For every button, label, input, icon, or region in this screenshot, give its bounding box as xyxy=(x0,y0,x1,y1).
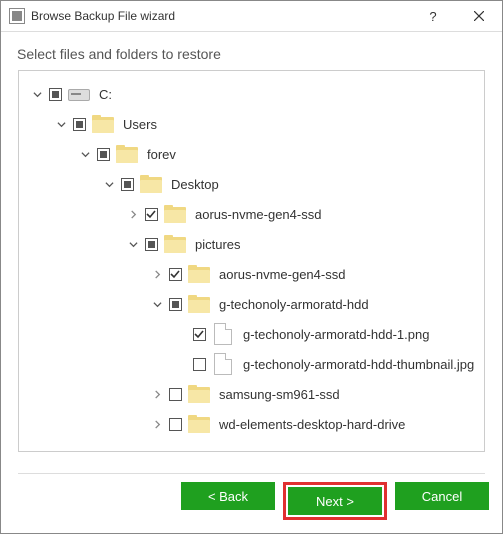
node-label: forev xyxy=(141,147,176,162)
node-icon xyxy=(137,175,165,193)
node-label: Desktop xyxy=(165,177,219,192)
tree-node[interactable]: C: xyxy=(19,79,484,109)
chevron-down-icon[interactable] xyxy=(125,240,141,249)
node-label: samsung-sm961-ssd xyxy=(213,387,340,402)
node-label: Users xyxy=(117,117,157,132)
next-button[interactable]: Next > xyxy=(288,487,382,515)
node-icon xyxy=(89,115,117,133)
tree-node[interactable]: Users xyxy=(19,109,484,139)
chevron-right-icon[interactable] xyxy=(149,270,165,279)
page-subtitle: Select files and folders to restore xyxy=(1,32,502,62)
next-highlight: Next > xyxy=(283,482,387,520)
folder-icon xyxy=(188,415,210,433)
app-icon xyxy=(9,8,25,24)
node-icon xyxy=(209,323,237,345)
node-icon xyxy=(161,205,189,223)
tree-node[interactable]: pictures xyxy=(19,229,484,259)
folder-icon xyxy=(164,205,186,223)
file-tree[interactable]: C: Users forev Desktop aorus-nvme-gen4-ssd pi… xyxy=(18,70,485,452)
tree-node[interactable]: wd-elements-desktop-hard-drive xyxy=(19,409,484,439)
checkbox[interactable] xyxy=(93,148,113,161)
chevron-down-icon[interactable] xyxy=(149,300,165,309)
node-icon xyxy=(113,145,141,163)
node-label: g-techonoly-armoratd-hdd-thumbnail.jpg xyxy=(237,357,474,372)
drive-icon xyxy=(68,85,90,103)
chevron-right-icon[interactable] xyxy=(149,420,165,429)
chevron-right-icon[interactable] xyxy=(149,390,165,399)
checkbox[interactable] xyxy=(165,388,185,401)
folder-icon xyxy=(164,235,186,253)
folder-icon xyxy=(188,295,210,313)
chevron-down-icon[interactable] xyxy=(29,90,45,99)
node-label: pictures xyxy=(189,237,241,252)
tree-node[interactable]: samsung-sm961-ssd xyxy=(19,379,484,409)
node-label: g-techonoly-armoratd-hdd xyxy=(213,297,369,312)
folder-icon xyxy=(92,115,114,133)
tree-node[interactable]: g-techonoly-armoratd-hdd xyxy=(19,289,484,319)
folder-icon xyxy=(188,265,210,283)
checkbox[interactable] xyxy=(141,238,161,251)
tree-node[interactable]: forev xyxy=(19,139,484,169)
checkbox[interactable] xyxy=(69,118,89,131)
folder-icon xyxy=(188,385,210,403)
node-icon xyxy=(161,235,189,253)
node-icon xyxy=(185,265,213,283)
node-icon xyxy=(185,295,213,313)
tree-node[interactable]: aorus-nvme-gen4-ssd xyxy=(19,259,484,289)
help-button[interactable]: ? xyxy=(410,1,456,32)
node-label: aorus-nvme-gen4-ssd xyxy=(189,207,321,222)
tree-node[interactable]: g-techonoly-armoratd-hdd-1.png xyxy=(19,319,484,349)
chevron-right-icon[interactable] xyxy=(125,210,141,219)
file-icon xyxy=(214,353,232,375)
checkbox[interactable] xyxy=(117,178,137,191)
checkbox[interactable] xyxy=(45,88,65,101)
separator xyxy=(18,473,485,474)
button-bar: < Back Next > Cancel xyxy=(181,482,489,520)
node-icon xyxy=(65,85,93,103)
checkbox[interactable] xyxy=(165,418,185,431)
checkbox[interactable] xyxy=(165,298,185,311)
node-label: wd-elements-desktop-hard-drive xyxy=(213,417,405,432)
chevron-down-icon[interactable] xyxy=(77,150,93,159)
checkbox[interactable] xyxy=(189,358,209,371)
file-icon xyxy=(214,323,232,345)
folder-icon xyxy=(140,175,162,193)
chevron-down-icon[interactable] xyxy=(101,180,117,189)
tree-node[interactable]: aorus-nvme-gen4-ssd xyxy=(19,199,484,229)
back-button[interactable]: < Back xyxy=(181,482,275,510)
cancel-button[interactable]: Cancel xyxy=(395,482,489,510)
chevron-down-icon[interactable] xyxy=(53,120,69,129)
node-label: aorus-nvme-gen4-ssd xyxy=(213,267,345,282)
folder-icon xyxy=(116,145,138,163)
close-button[interactable] xyxy=(456,1,502,32)
titlebar: Browse Backup File wizard ? xyxy=(1,1,502,32)
node-label: C: xyxy=(93,87,112,102)
node-icon xyxy=(209,353,237,375)
node-icon xyxy=(185,385,213,403)
checkbox[interactable] xyxy=(165,268,185,281)
window-title: Browse Backup File wizard xyxy=(31,9,410,23)
tree-node[interactable]: Desktop xyxy=(19,169,484,199)
node-label: g-techonoly-armoratd-hdd-1.png xyxy=(237,327,429,342)
node-icon xyxy=(185,415,213,433)
checkbox[interactable] xyxy=(141,208,161,221)
tree-node[interactable]: g-techonoly-armoratd-hdd-thumbnail.jpg xyxy=(19,349,484,379)
checkbox[interactable] xyxy=(189,328,209,341)
